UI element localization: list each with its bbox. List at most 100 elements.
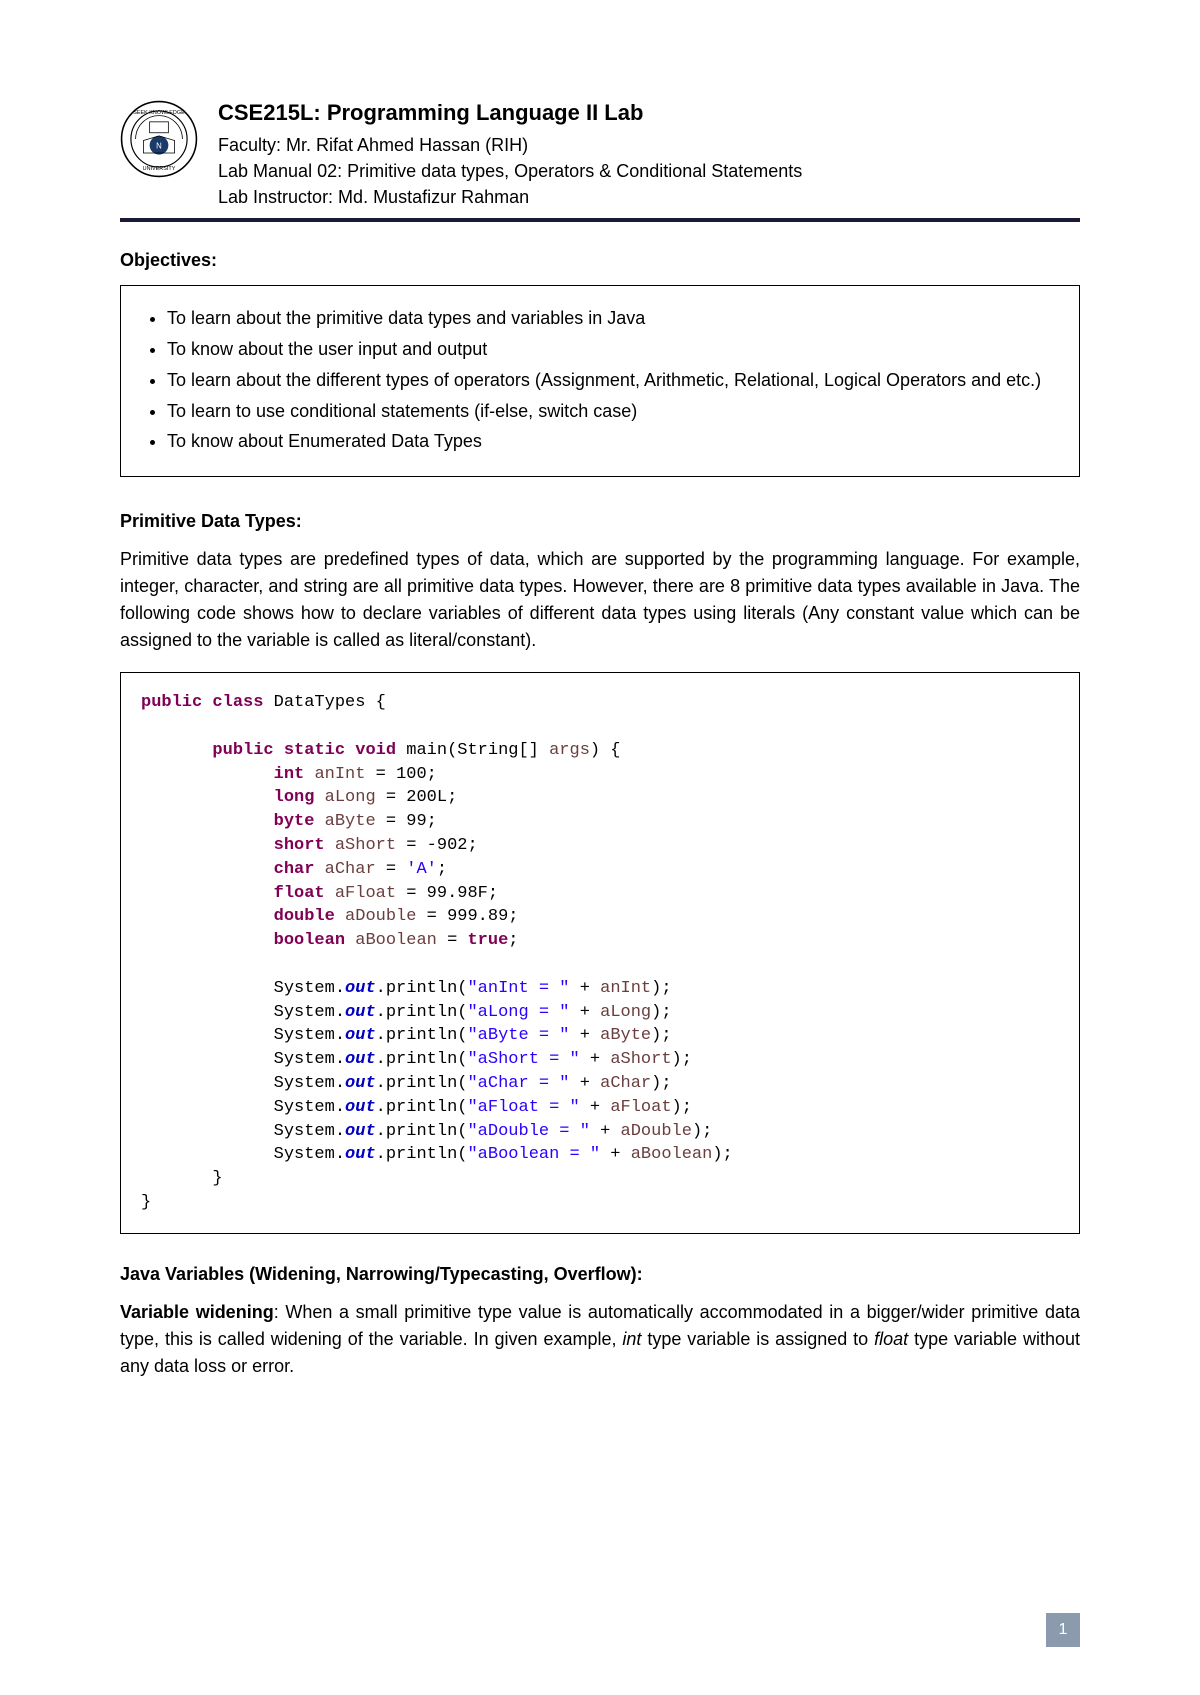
code-var: anInt — [600, 979, 651, 998]
code-var: aFloat — [335, 884, 396, 903]
code-block: public class DataTypes { public static v… — [120, 672, 1080, 1234]
code-keyword: int — [274, 765, 305, 784]
code-field: out — [345, 1098, 376, 1117]
code-text: System. — [274, 1050, 345, 1069]
code-string: "aLong = " — [467, 1003, 569, 1022]
objective-item: To know about the user input and output — [167, 335, 1059, 364]
code-literal: 99.98F — [427, 884, 488, 903]
code-text: System. — [274, 979, 345, 998]
code-var: aDouble — [345, 907, 416, 926]
code-string: "anInt = " — [467, 979, 569, 998]
code-string: "aFloat = " — [467, 1098, 579, 1117]
code-string: "aByte = " — [467, 1026, 569, 1045]
code-text: System. — [274, 1145, 345, 1164]
university-logo-icon: SEEK KNOWLEDGE UNIVERSITY N — [120, 100, 198, 178]
code-keyword: public static void — [212, 741, 396, 760]
primitive-heading: Primitive Data Types: — [120, 511, 1080, 532]
svg-text:UNIVERSITY: UNIVERSITY — [143, 166, 176, 172]
page-number-badge: 1 — [1046, 1613, 1080, 1647]
code-text: .println( — [376, 1026, 468, 1045]
code-field: out — [345, 1026, 376, 1045]
variables-heading: Java Variables (Widening, Narrowing/Type… — [120, 1264, 1080, 1285]
objectives-box: To learn about the primitive data types … — [120, 285, 1080, 477]
svg-text:N: N — [156, 141, 162, 150]
code-literal: -902 — [427, 836, 468, 855]
code-keyword: long — [274, 788, 315, 807]
code-keyword: public class — [141, 693, 263, 712]
code-text: DataTypes { — [263, 693, 385, 712]
code-literal: 99 — [406, 812, 426, 831]
code-text: System. — [274, 1003, 345, 1022]
objective-item: To learn to use conditional statements (… — [167, 397, 1059, 426]
primitive-paragraph: Primitive data types are predefined type… — [120, 546, 1080, 654]
code-var: args — [549, 741, 590, 760]
code-text: System. — [274, 1122, 345, 1141]
code-var: aBoolean — [631, 1145, 713, 1164]
code-var: aShort — [335, 836, 396, 855]
instructor-line: Lab Instructor: Md. Mustafizur Rahman — [218, 184, 802, 210]
italic-term: float — [874, 1329, 908, 1349]
code-var: aBoolean — [355, 931, 437, 950]
code-text: .println( — [376, 1145, 468, 1164]
code-var: aShort — [610, 1050, 671, 1069]
faculty-line: Faculty: Mr. Rifat Ahmed Hassan (RIH) — [218, 132, 802, 158]
code-string: "aDouble = " — [467, 1122, 589, 1141]
code-text: .println( — [376, 1050, 468, 1069]
header-text-block: CSE215L: Programming Language II Lab Fac… — [218, 100, 802, 210]
widening-paragraph: Variable widening: When a small primitiv… — [120, 1299, 1080, 1380]
code-field: out — [345, 979, 376, 998]
code-var: aFloat — [610, 1098, 671, 1117]
code-keyword: byte — [274, 812, 315, 831]
code-var: aByte — [325, 812, 376, 831]
code-text: System. — [274, 1026, 345, 1045]
code-var: anInt — [314, 765, 365, 784]
header-divider — [120, 218, 1080, 222]
code-text: ) { — [590, 741, 621, 760]
code-var: aLong — [600, 1003, 651, 1022]
code-var: aChar — [325, 860, 376, 879]
code-keyword: char — [274, 860, 315, 879]
code-keyword: short — [274, 836, 325, 855]
code-string: "aChar = " — [467, 1074, 569, 1093]
code-var: aLong — [325, 788, 376, 807]
code-keyword: true — [467, 931, 508, 950]
header-row: SEEK KNOWLEDGE UNIVERSITY N CSE215L: Pro… — [120, 100, 1080, 210]
code-field: out — [345, 1122, 376, 1141]
objectives-heading: Objectives: — [120, 250, 1080, 271]
code-var: aDouble — [621, 1122, 692, 1141]
code-field: out — [345, 1003, 376, 1022]
code-text: System. — [274, 1098, 345, 1117]
code-literal: 100 — [396, 765, 427, 784]
code-string: "aBoolean = " — [467, 1145, 600, 1164]
widening-label: Variable widening — [120, 1302, 274, 1322]
widening-text: type variable is assigned to — [641, 1329, 874, 1349]
code-keyword: double — [274, 907, 335, 926]
code-text: .println( — [376, 979, 468, 998]
manual-line: Lab Manual 02: Primitive data types, Ope… — [218, 158, 802, 184]
page-container: SEEK KNOWLEDGE UNIVERSITY N CSE215L: Pro… — [0, 0, 1200, 1695]
code-text: .println( — [376, 1074, 468, 1093]
code-keyword: float — [274, 884, 325, 903]
code-field: out — [345, 1074, 376, 1093]
code-text: main(String[] — [396, 741, 549, 760]
code-text: .println( — [376, 1003, 468, 1022]
code-literal: 200L — [406, 788, 447, 807]
code-text: System. — [274, 1074, 345, 1093]
objective-item: To learn about the primitive data types … — [167, 304, 1059, 333]
objectives-list: To learn about the primitive data types … — [141, 304, 1059, 456]
code-text: .println( — [376, 1098, 468, 1117]
code-text: .println( — [376, 1122, 468, 1141]
code-literal: 999.89 — [447, 907, 508, 926]
code-var: aChar — [600, 1074, 651, 1093]
italic-term: int — [622, 1329, 641, 1349]
code-field: out — [345, 1145, 376, 1164]
code-var: aByte — [600, 1026, 651, 1045]
course-title: CSE215L: Programming Language II Lab — [218, 100, 802, 126]
code-field: out — [345, 1050, 376, 1069]
objective-item: To learn about the different types of op… — [167, 366, 1059, 395]
code-string: "aShort = " — [467, 1050, 579, 1069]
code-string: 'A' — [406, 860, 437, 879]
code-keyword: boolean — [274, 931, 345, 950]
objective-item: To know about Enumerated Data Types — [167, 427, 1059, 456]
svg-text:SEEK KNOWLEDGE: SEEK KNOWLEDGE — [133, 110, 185, 116]
